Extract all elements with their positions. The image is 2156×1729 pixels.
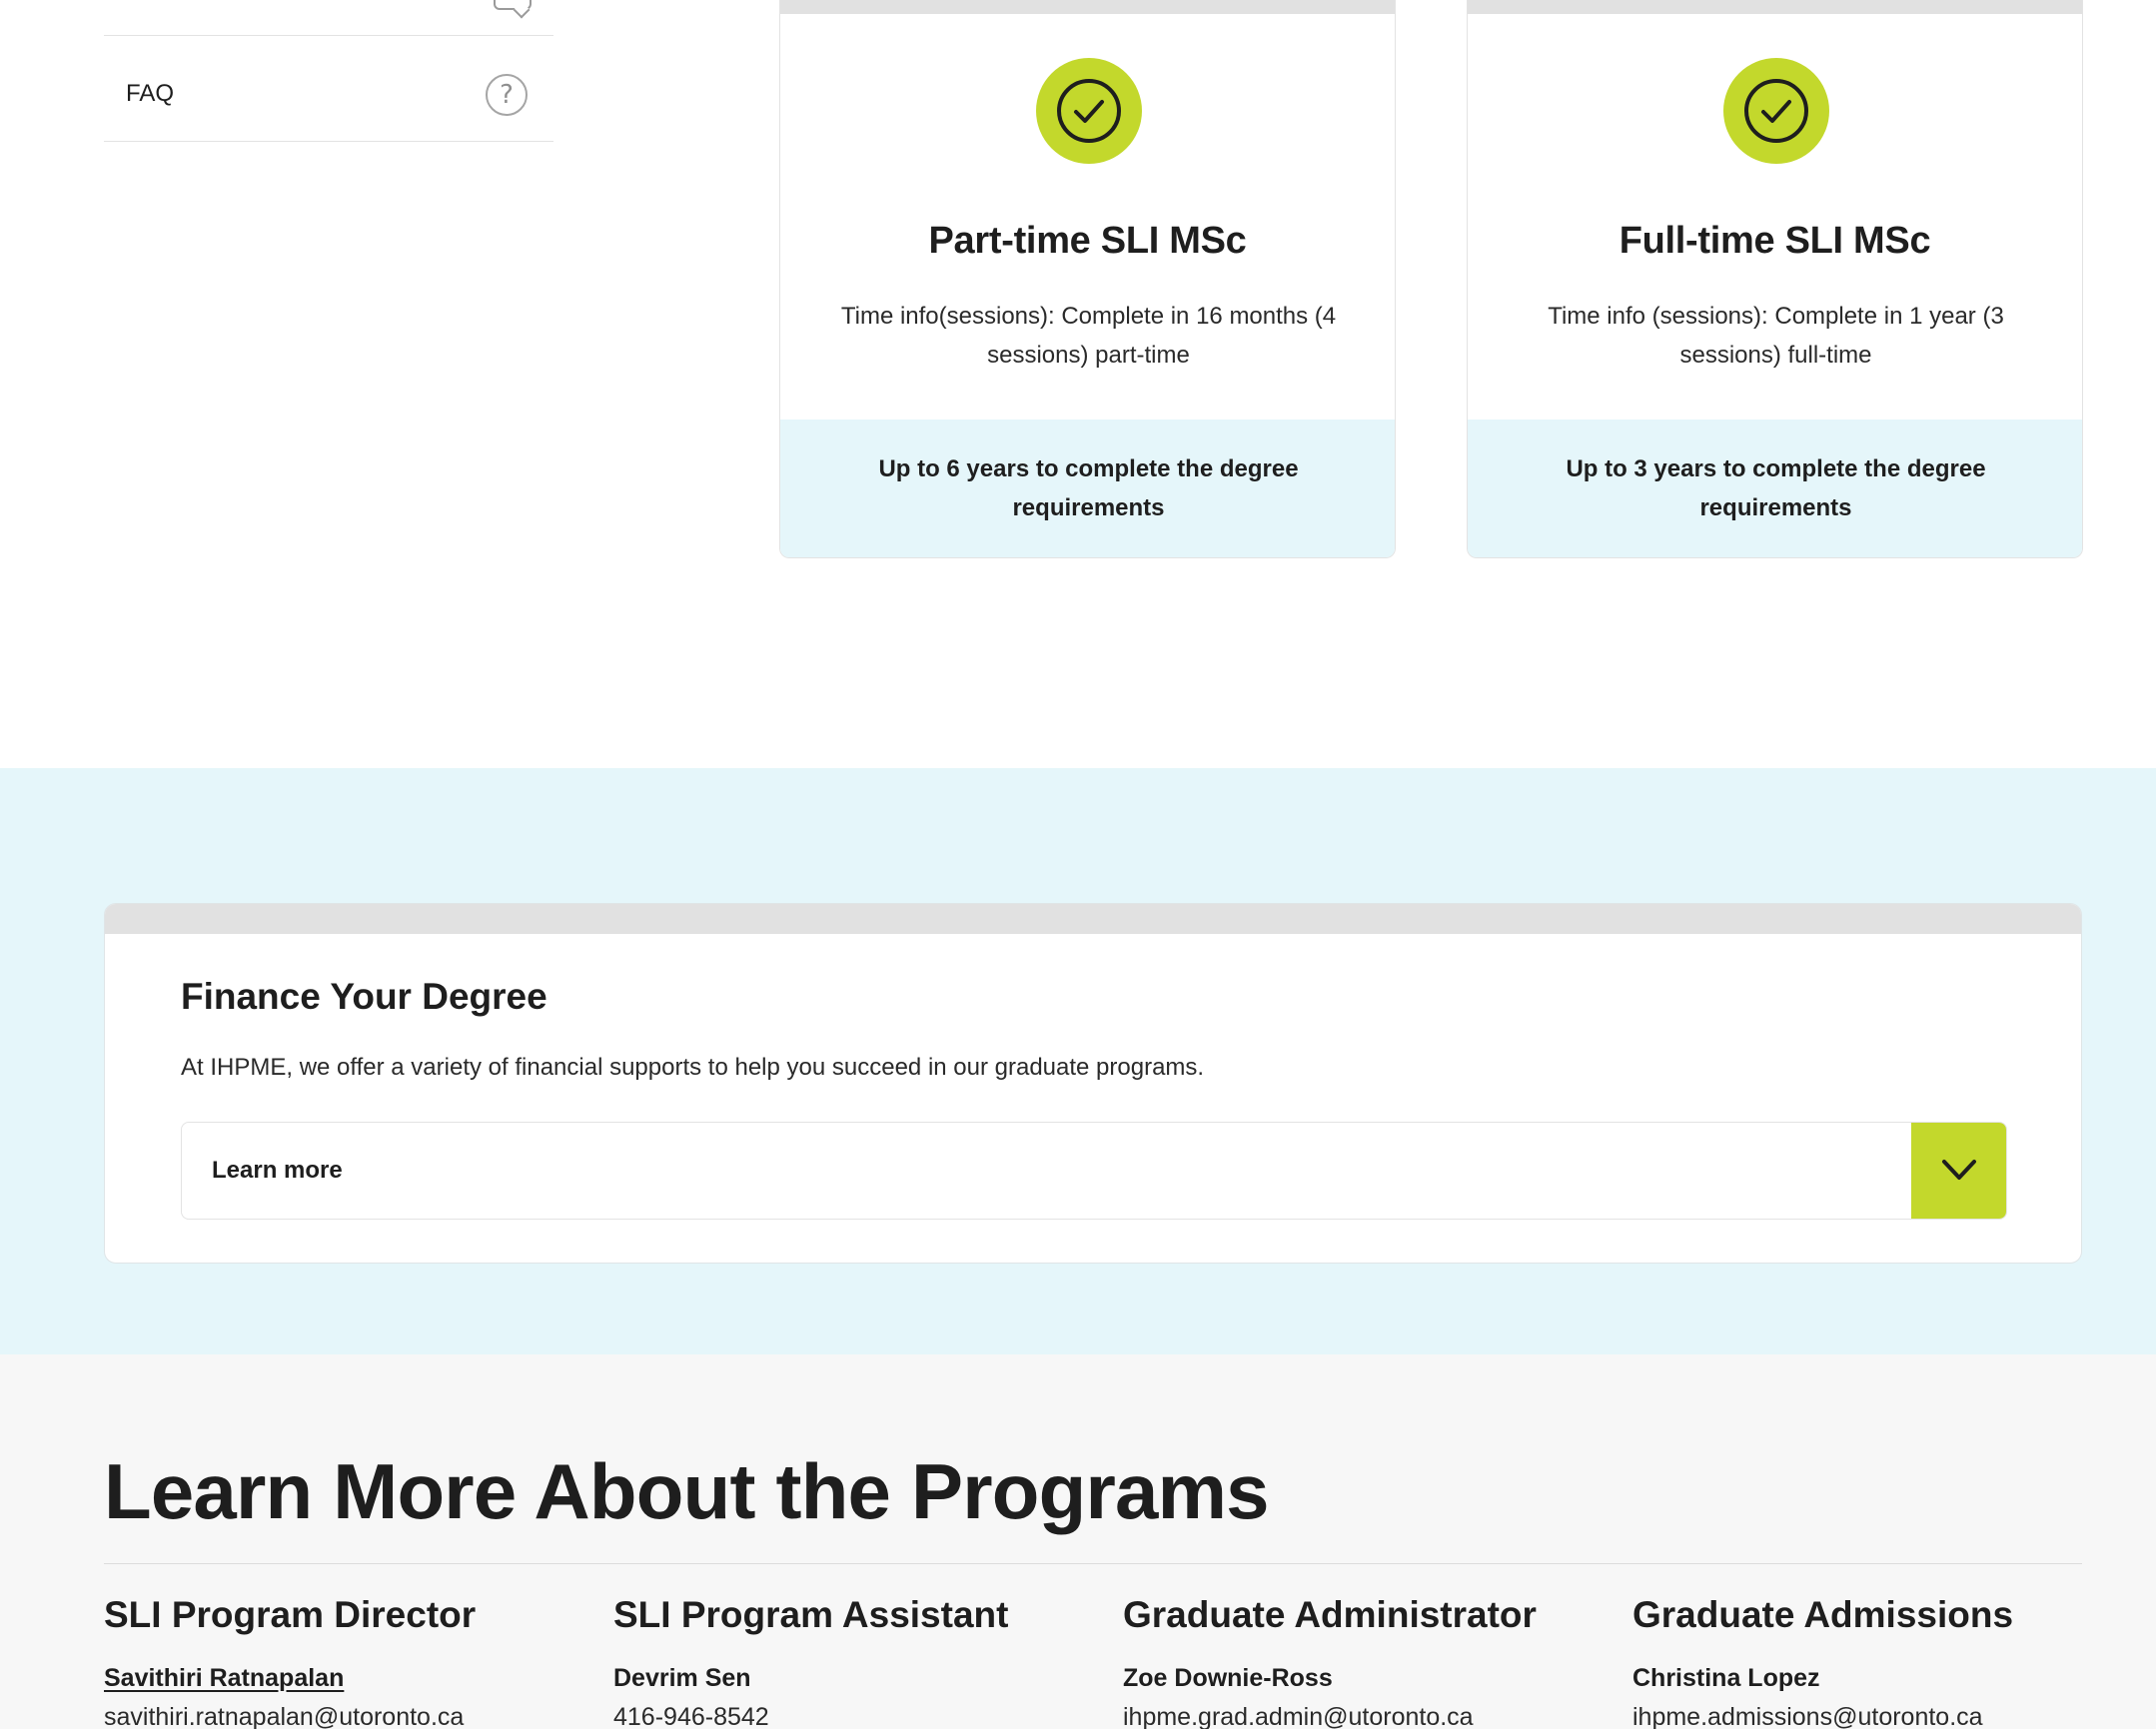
contact-email[interactable]: ihpme.grad.admin@utoronto.ca: [1123, 1703, 1603, 1729]
learn-more-accordion[interactable]: Learn more: [181, 1122, 2007, 1220]
contact-role: Graduate Admissions: [1632, 1594, 2014, 1635]
contact-program-assistant: SLI Program Assistant Devrim Sen 416-946…: [613, 1594, 1093, 1729]
contact-name: Christina Lopez: [1632, 1664, 1820, 1692]
program-footer: Up to 6 years to complete the degree req…: [780, 420, 1395, 557]
program-time-info: Time info (sessions): Complete in 1 year…: [1548, 303, 2004, 369]
section-title: Learn More About the Programs: [104, 1447, 1270, 1535]
divider: [104, 1563, 2082, 1564]
sidebar-item-label: FAQ: [126, 80, 175, 107]
contact-role: SLI Program Assistant: [613, 1594, 1009, 1635]
program-card-part-time: Part-time SLI MSc Time info(sessions): C…: [779, 0, 1396, 558]
contact-graduate-administrator: Graduate Administrator Zoe Downie-Ross i…: [1123, 1594, 1603, 1729]
card-top-bar: [1468, 0, 2082, 14]
chat-icon: [494, 0, 532, 10]
sidebar-item-faq[interactable]: FAQ ?: [104, 36, 553, 142]
accordion-label: Learn more: [212, 1157, 343, 1184]
learn-more-section: Learn More About the Programs SLI Progra…: [0, 1354, 2156, 1729]
contact-name: Zoe Downie-Ross: [1123, 1664, 1333, 1692]
finance-title: Finance Your Degree: [181, 976, 547, 1017]
contact-phone[interactable]: 416-946-8542: [613, 1703, 1093, 1729]
program-card-full-time: Full-time SLI MSc Time info (sessions): …: [1467, 0, 2083, 558]
program-time-info: Time info(sessions): Complete in 16 mont…: [840, 303, 1337, 369]
contact-program-director: SLI Program Director Savithiri Ratnapala…: [104, 1594, 583, 1729]
program-footer-text: Up to 3 years to complete the degree req…: [1566, 455, 1986, 521]
sidebar-nav: FAQ ?: [104, 0, 553, 142]
contact-role: Graduate Administrator: [1123, 1594, 1537, 1635]
finance-section: Finance Your Degree At IHPME, we offer a…: [0, 768, 2156, 1354]
contact-email[interactable]: ihpme.admissions@utoronto.ca: [1632, 1703, 2112, 1729]
accordion-toggle-button[interactable]: [1911, 1123, 2006, 1219]
card-top-bar: [105, 904, 2081, 934]
chevron-down-icon: [1942, 1160, 1976, 1180]
program-footer-text: Up to 6 years to complete the degree req…: [878, 455, 1299, 521]
check-circle-icon: [1036, 58, 1142, 164]
program-title: Full-time SLI MSc: [1618, 220, 1931, 262]
program-footer: Up to 3 years to complete the degree req…: [1468, 420, 2082, 557]
card-top-bar: [780, 0, 1395, 14]
program-title: Part-time SLI MSc: [928, 220, 1247, 262]
question-circle-icon: ?: [486, 74, 528, 116]
finance-card: Finance Your Degree At IHPME, we offer a…: [104, 903, 2082, 1264]
finance-description: At IHPME, we offer a variety of financia…: [181, 1054, 1205, 1081]
contact-email[interactable]: savithiri.ratnapalan@utoronto.ca: [104, 1703, 583, 1729]
sidebar-item-partial[interactable]: [104, 0, 553, 36]
check-circle-icon: [1723, 58, 1829, 164]
contact-graduate-admissions: Graduate Admissions Christina Lopez ihpm…: [1632, 1594, 2112, 1729]
contact-name-link[interactable]: Savithiri Ratnapalan: [104, 1664, 583, 1693]
contact-name: Devrim Sen: [613, 1664, 751, 1692]
programs-section: FAQ ? Part-time SLI MSc Time info(sessio…: [0, 0, 2156, 768]
contact-role: SLI Program Director: [104, 1594, 477, 1635]
